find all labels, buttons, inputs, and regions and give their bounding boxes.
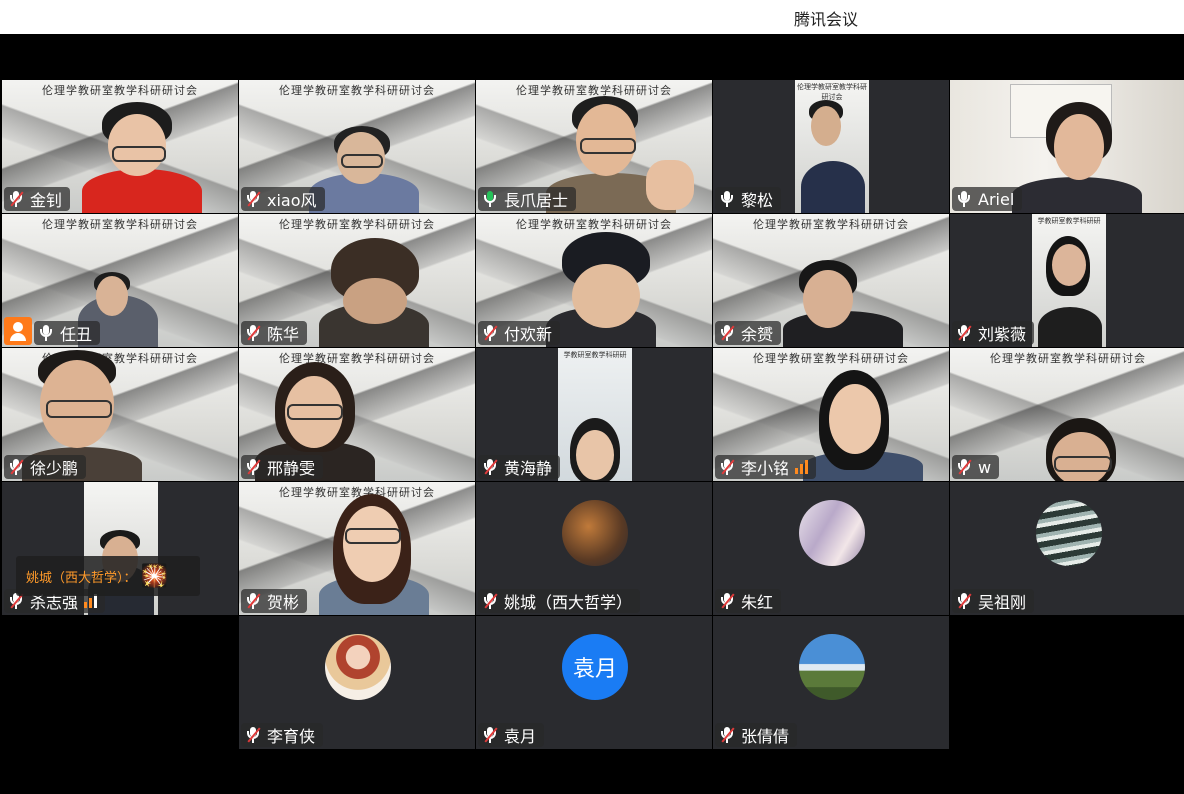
mic-speaking-icon (482, 190, 498, 208)
participant-label: 吴祖刚 (952, 589, 1035, 613)
mic-on-icon (38, 324, 54, 342)
video-tile[interactable]: 伦理学教研室教学科研研讨会 w (950, 348, 1184, 481)
participant-label: 徐少鹏 (4, 455, 87, 479)
video-tile-active-speaker[interactable]: 伦理学教研室教学科研研讨会 長爪居士 (476, 80, 712, 213)
volume-indicator-icon (84, 594, 98, 608)
mic-muted-icon (719, 458, 735, 476)
participant-video (82, 169, 202, 213)
video-tile[interactable]: 伦理学教研室教学科研研讨会 徐少鹏 (2, 348, 238, 481)
video-tile-off[interactable]: 姚城（西大哲学） (476, 482, 712, 615)
participant-label: 付欢新 (478, 321, 561, 345)
mic-muted-icon (482, 324, 498, 342)
participant-video (1038, 307, 1102, 347)
mic-on-icon (956, 190, 972, 208)
participant-label: 张倩倩 (715, 723, 798, 747)
participant-label: 任丑 (34, 321, 101, 345)
avatar (799, 634, 865, 700)
avatar (325, 634, 391, 700)
chat-notification[interactable]: 姚城（西大哲学）： 🎇 (16, 556, 200, 596)
video-tile[interactable]: 伦理学教研室教学科研研讨会 任丑 (2, 214, 238, 347)
video-tile[interactable]: 伦理学教研室教学科研研讨会 贺彬 (239, 482, 475, 615)
mic-muted-icon (8, 190, 24, 208)
window-titlebar: 腾讯会议 (0, 0, 1184, 34)
participant-label: 余赟 (715, 321, 782, 345)
participant-label: 刘紫薇 (952, 321, 1035, 345)
participant-label: w (952, 455, 1000, 479)
video-tile[interactable]: 伦理学教研室教学科研研讨会 金钊 (2, 80, 238, 213)
participant-label: xiao风 (241, 187, 325, 211)
mic-muted-icon (245, 324, 261, 342)
mic-muted-icon (719, 592, 735, 610)
avatar (562, 500, 628, 566)
avatar (799, 500, 865, 566)
mic-muted-icon (482, 592, 498, 610)
video-tile-off[interactable]: 袁月 袁月 (476, 616, 712, 749)
video-tile-off[interactable]: 吴祖刚 (950, 482, 1184, 615)
waving-hand (646, 160, 694, 210)
chat-sender: 姚城（西大哲学）： (26, 570, 137, 586)
video-tile[interactable]: 伦理学教研室教学科研研讨会 xiao风 (239, 80, 475, 213)
volume-indicator-icon (795, 460, 809, 474)
video-tile[interactable]: Ariel (950, 80, 1184, 213)
mic-muted-icon (719, 726, 735, 744)
participant-label: 陈华 (241, 321, 308, 345)
video-tile-off[interactable]: 朱红 (713, 482, 949, 615)
video-tile[interactable]: 伦理学教研室教学科研研讨会 邢静雯 (239, 348, 475, 481)
participant-label: 李育侠 (241, 723, 324, 747)
mic-muted-icon (8, 458, 24, 476)
participant-label: 長爪居士 (478, 187, 577, 211)
participant-label: 姚城（西大哲学） (478, 589, 641, 613)
participant-label: Ariel (952, 187, 1023, 211)
mic-muted-icon (245, 458, 261, 476)
video-tile[interactable]: 学教研室教学科研研 黄海静 (476, 348, 712, 481)
video-tile[interactable]: 伦理学教研室教学科研研讨会 黎松 (713, 80, 949, 213)
host-badge-icon (4, 317, 32, 345)
mic-muted-icon (956, 592, 972, 610)
app-title: 腾讯会议 (794, 10, 859, 29)
mic-on-icon (719, 190, 735, 208)
video-tile[interactable]: 伦理学教研室教学科研研讨会 陈华 (239, 214, 475, 347)
video-tile[interactable]: 伦理学教研室教学科研研讨会 余赟 (713, 214, 949, 347)
participant-video (1012, 177, 1142, 213)
mic-muted-icon (956, 324, 972, 342)
participant-label: 黄海静 (478, 455, 561, 479)
avatar (1036, 500, 1102, 566)
mic-muted-icon (482, 458, 498, 476)
participant-label: 贺彬 (241, 589, 308, 613)
mic-muted-icon (245, 726, 261, 744)
participant-label: 朱红 (715, 589, 782, 613)
participant-label: 黎松 (715, 187, 782, 211)
mic-muted-icon (245, 190, 261, 208)
participant-label: 袁月 (478, 723, 545, 747)
mic-muted-icon (245, 592, 261, 610)
fireworks-icon: 🎇 (140, 563, 168, 589)
mic-muted-icon (956, 458, 972, 476)
participant-label: 金钊 (4, 187, 71, 211)
mic-muted-icon (482, 726, 498, 744)
video-tile[interactable]: 学教研室教学科研研 刘紫薇 (950, 214, 1184, 347)
participant-video (801, 161, 865, 213)
video-tile-off[interactable]: 张倩倩 (713, 616, 949, 749)
video-tile[interactable]: 伦理学教研室教学科研研讨会 李小铭 (713, 348, 949, 481)
participant-label: 邢静雯 (241, 455, 324, 479)
avatar: 袁月 (562, 634, 628, 700)
mic-muted-icon (719, 324, 735, 342)
participant-label: 李小铭 (715, 455, 817, 479)
video-tile[interactable]: 伦理学教研室教学科研研讨会 付欢新 (476, 214, 712, 347)
participant-video (576, 430, 614, 480)
video-tile-off[interactable]: 李育侠 (239, 616, 475, 749)
